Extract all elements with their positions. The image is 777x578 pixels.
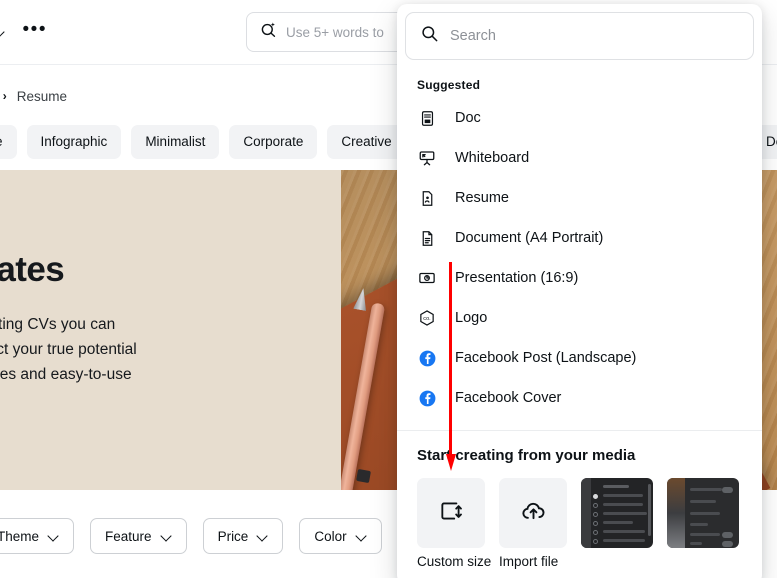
import-file-button[interactable] [499, 478, 567, 548]
hero-subtitle-line-1: n captivating CVs you can [0, 316, 116, 333]
pen-band [356, 468, 371, 484]
red-annotation-arrow [446, 262, 456, 472]
filter-feature-label: Feature [105, 528, 152, 544]
suggested-item-label: Document (A4 Portrait) [455, 230, 604, 246]
logo-icon: co. [417, 308, 437, 328]
category-chip-row: le Infographic Minimalist Corporate Crea… [0, 125, 406, 159]
chip-infographic[interactable]: Infographic [26, 125, 122, 159]
filter-feature[interactable]: Feature [90, 518, 187, 554]
thumbnail-scrollbar [648, 484, 651, 536]
document-a4-icon [417, 228, 437, 248]
hero-text-block: mplates n captivating CVs you can e to r… [0, 250, 266, 387]
chip-minimalist[interactable]: Minimalist [131, 125, 220, 159]
thumbnail-sidebar [581, 478, 591, 548]
suggested-item-whiteboard[interactable]: Whiteboard [397, 138, 762, 178]
svg-text:co.: co. [423, 316, 431, 322]
ai-search-placeholder: Use 5+ words to [286, 24, 384, 40]
suggested-item-label: Facebook Cover [455, 390, 562, 406]
presentation-icon [417, 268, 437, 288]
facebook-icon [417, 388, 437, 408]
search-icon [420, 24, 439, 48]
import-file-cell: Import file [499, 478, 567, 569]
whiteboard-icon [417, 148, 437, 168]
filter-theme-label: Theme [0, 528, 40, 544]
chip-creative[interactable]: Creative [327, 125, 406, 159]
suggested-item-label: Doc [455, 110, 481, 126]
breadcrumb: s › Resume [0, 84, 67, 108]
chip-style[interactable]: le [0, 125, 17, 159]
suggested-item-label: Logo [455, 310, 488, 326]
chevron-down-icon [162, 531, 172, 541]
hero-subtitle-line-3: e templates and easy-to-use [0, 366, 132, 383]
arrow-head [446, 454, 456, 471]
import-file-label: Import file [499, 554, 559, 569]
filter-color[interactable]: Color [299, 518, 382, 554]
facebook-icon [417, 348, 437, 368]
suggested-item-document-a4[interactable]: Document (A4 Portrait) [397, 218, 762, 258]
chevron-down-icon [258, 531, 268, 541]
suggested-item-doc[interactable]: Doc [397, 98, 762, 138]
filter-price[interactable]: Price [202, 518, 284, 554]
breadcrumb-separator-icon: › [2, 89, 7, 103]
custom-size-cell: Custom size [417, 478, 492, 569]
magic-search-icon [259, 20, 278, 44]
filter-theme[interactable]: Theme [0, 518, 75, 554]
hero-title: mplates [0, 250, 65, 289]
chevron-down-icon [357, 531, 367, 541]
suggested-section-label: Suggested [417, 78, 481, 92]
arrow-shaft [449, 262, 452, 457]
nav-item-education[interactable]: ation [0, 24, 5, 41]
suggested-item-label: Facebook Post (Landscape) [455, 350, 637, 366]
resume-icon [417, 188, 437, 208]
suggested-item-resume[interactable]: Resume [397, 178, 762, 218]
screenshot-thumbnail-1[interactable] [581, 478, 653, 548]
filter-color-label: Color [314, 528, 347, 544]
screenshot-thumbnail-2[interactable] [667, 478, 739, 548]
hero-subtitle: n captivating CVs you can e to reflect y… [0, 312, 266, 387]
breadcrumb-current: Resume [16, 88, 68, 104]
suggested-item-label: Presentation (16:9) [455, 270, 579, 286]
design-search-placeholder: Search [450, 28, 496, 44]
filter-price-label: Price [217, 528, 249, 544]
doc-icon [417, 108, 437, 128]
media-section-title: Start creating from your media [417, 447, 636, 464]
ellipsis-icon[interactable]: ••• [23, 20, 47, 40]
suggested-item-label: Resume [455, 190, 509, 206]
suggested-item-label: Whiteboard [455, 150, 530, 166]
chevron-down-icon [49, 531, 59, 541]
hero-subtitle-line-2: e to reflect your true potential [0, 341, 137, 358]
custom-size-button[interactable] [417, 478, 485, 548]
custom-size-icon [438, 498, 464, 529]
chip-corporate[interactable]: Corporate [229, 125, 318, 159]
upload-cloud-icon [520, 497, 547, 529]
media-row: Custom size Import file [417, 478, 742, 569]
screenshot-root: ation ••• Use 5+ words to s › [0, 0, 777, 578]
design-search-input[interactable]: Search [405, 12, 754, 60]
chevron-down-icon [0, 27, 5, 37]
custom-size-label: Custom size [417, 554, 492, 569]
